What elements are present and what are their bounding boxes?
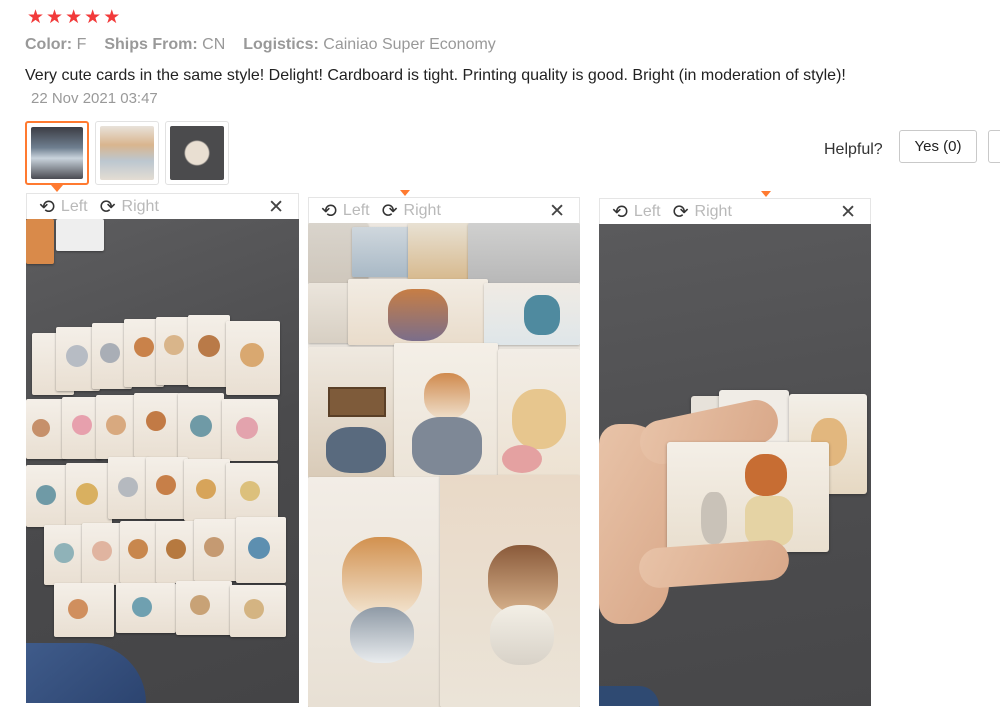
review-meta: Color: F Ships From: CN Logistics: Caini… [25,36,496,54]
review-photo[interactable] [26,219,299,703]
color-value: F [76,36,87,53]
thumbnail-image [170,126,224,180]
ships-from-value: CN [202,36,226,53]
rotate-left-label: Left [342,201,370,219]
rotate-left-button[interactable]: ⟲ Left [612,200,661,223]
rotate-right-icon: ⟳ [672,200,689,223]
color-label: Color: [25,36,73,53]
rotate-left-label: Left [60,197,88,215]
rotate-right-button[interactable]: ⟳ Right [381,199,441,222]
active-indicator [400,190,410,196]
image-viewer-2: ⟲ Left ⟳ Right ✕ [308,190,580,707]
viewer-toolbar: ⟲ Left ⟳ Right ✕ [26,193,299,219]
rotate-right-button[interactable]: ⟳ Right [672,200,732,223]
review-thumbnail-1[interactable] [25,121,89,192]
viewer-toolbar: ⟲ Left ⟳ Right ✕ [599,198,871,224]
helpful-no-button[interactable] [988,130,1000,163]
review-thumbnail-2[interactable] [95,121,159,185]
star-icon: ★ [84,6,102,28]
viewer-toolbar: ⟲ Left ⟳ Right ✕ [308,197,580,223]
rotate-left-icon: ⟲ [612,200,628,223]
review-photo[interactable] [599,224,871,706]
thumbnail-image [31,127,83,179]
logistics-label: Logistics: [243,36,319,53]
rotate-right-label: Right [403,201,441,219]
close-icon[interactable]: ✕ [549,200,565,222]
active-indicator [761,191,771,197]
close-icon[interactable]: ✕ [840,201,856,223]
image-viewer-1: ⟲ Left ⟳ Right ✕ [26,193,299,703]
active-indicator [51,185,63,192]
helpful-yes-button[interactable]: Yes (0) [899,130,977,163]
rotate-left-button[interactable]: ⟲ Left [39,195,88,218]
rotate-left-button[interactable]: ⟲ Left [321,199,370,222]
color-info: Color: F [25,36,86,54]
image-viewer-3: ⟲ Left ⟳ Right ✕ [599,191,871,706]
star-icon: ★ [27,6,45,28]
ships-from-info: Ships From: CN [104,36,225,54]
star-icon: ★ [103,6,121,28]
logistics-info: Logistics: Cainiao Super Economy [243,36,496,54]
helpful-label: Helpful? [824,141,883,158]
close-icon[interactable]: ✕ [268,196,284,218]
review-date: 22 Nov 2021 03:47 [31,90,158,107]
rotate-right-button[interactable]: ⟳ Right [99,195,159,218]
review-thumbnail-3[interactable] [165,121,229,185]
rotate-right-icon: ⟳ [99,195,116,218]
rotate-left-icon: ⟲ [39,195,55,218]
thumbnail-image [100,126,154,180]
review-text: Very cute cards in the same style! Delig… [25,67,846,84]
rotate-right-icon: ⟳ [381,199,398,222]
ships-from-label: Ships From: [104,36,198,53]
logistics-value: Cainiao Super Economy [323,36,496,53]
rotate-left-label: Left [633,202,661,220]
star-icon: ★ [65,6,83,28]
rotate-right-label: Right [121,197,159,215]
rating-stars: ★ ★ ★ ★ ★ [27,8,120,27]
rotate-right-label: Right [694,202,732,220]
star-icon: ★ [46,6,64,28]
rotate-left-icon: ⟲ [321,199,337,222]
review-photo[interactable] [308,223,580,707]
